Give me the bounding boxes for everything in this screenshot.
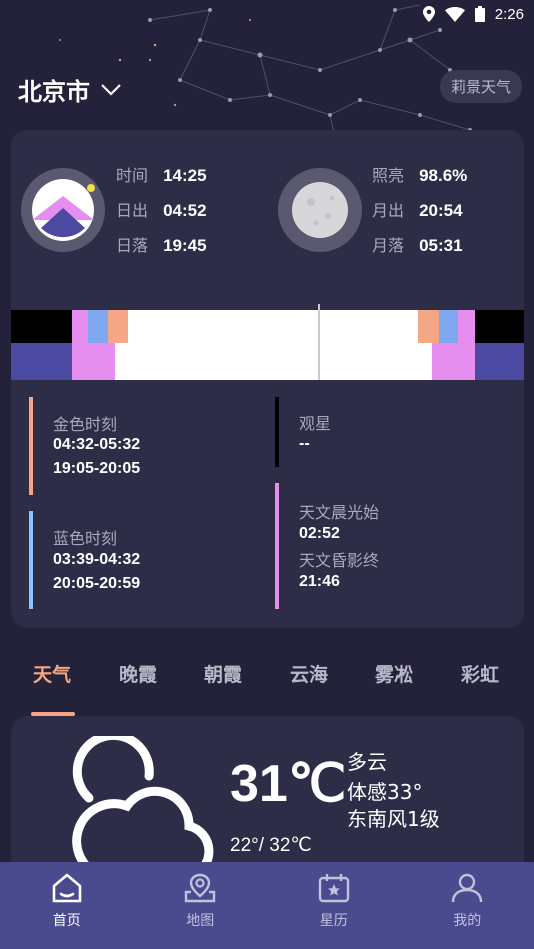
blue-segment (88, 310, 108, 343)
blue-hour-title: 蓝色时刻 (53, 529, 118, 548)
golden-hour-title: 金色时刻 (53, 415, 118, 434)
blue-hour-bar (29, 511, 33, 609)
day-segment (115, 343, 432, 380)
astro-segment (458, 310, 475, 343)
astro-card: 时间 14:25 日出 04:52 日落 19:45 照亮 98.6% 月出 2… (11, 130, 524, 628)
nav-home-label: 首页 (52, 913, 81, 929)
time-label: 时间 (116, 166, 149, 185)
blue-hour-morning: 03:39-04:32 (53, 551, 141, 568)
category-tabs: 天气 晚霞 朝霞 云海 雾凇 彩虹 (0, 652, 534, 716)
moon-info: 照亮 98.6% 月出 20:54 月落 05:31 (372, 158, 467, 263)
night-segment (475, 310, 524, 343)
astro-dawn-title: 天文晨光始 (299, 503, 380, 522)
nav-mine[interactable]: 我的 (401, 862, 534, 949)
battery-icon (474, 6, 485, 22)
map-icon (185, 873, 216, 903)
blue-hour-evening: 20:05-20:59 (53, 575, 141, 592)
moonset-label: 月落 (372, 236, 405, 255)
astronomical-twilight: 天文晨光始 02:52 天文昏影终 21:46 (275, 483, 495, 609)
night-segment (11, 343, 72, 380)
temperature-range: 22°/ 32℃ (230, 835, 312, 856)
sun-info: 时间 14:25 日出 04:52 日落 19:45 (116, 158, 207, 263)
home-icon (52, 873, 82, 903)
bottom-nav: 首页 地图 星历 我的 (0, 862, 534, 949)
stargazing-bar (275, 397, 279, 467)
moonrise-value: 20:54 (419, 201, 463, 220)
time-value: 14:25 (163, 166, 207, 185)
golden-hour-evening: 19:05-20:05 (53, 460, 141, 477)
nav-map-label: 地图 (186, 913, 215, 929)
tab-weather[interactable]: 天气 (33, 660, 71, 687)
header: 北京市 莉景天气 (18, 68, 522, 108)
sun-position-icon (32, 179, 95, 241)
blue-hour: 蓝色时刻 03:39-04:32 20:05-20:59 (29, 511, 229, 609)
day-segment (128, 310, 418, 343)
astro-dusk-title: 天文昏影终 (299, 551, 380, 570)
city-selector[interactable]: 北京市 (18, 72, 122, 107)
golden-hour: 金色时刻 04:32-05:32 19:05-20:05 (29, 397, 229, 495)
sunrise-value: 04:52 (163, 201, 207, 220)
astro-dawn-value: 02:52 (299, 525, 340, 542)
current-temperature: 31℃ (230, 755, 347, 813)
golden-segment (108, 310, 128, 343)
tab-morning-glow[interactable]: 朝霞 (204, 660, 242, 687)
tab-cloud-sea[interactable]: 云海 (290, 660, 328, 687)
nav-calendar[interactable]: 星历 (267, 862, 401, 949)
wifi-icon (444, 6, 465, 22)
sunrise-label: 日出 (116, 201, 149, 220)
nav-map[interactable]: 地图 (134, 862, 268, 949)
stargazing-value: -- (299, 435, 310, 452)
night-segment (11, 310, 72, 343)
daylight-timeline[interactable] (11, 304, 524, 380)
nav-mine-label: 我的 (453, 913, 482, 929)
tab-sunset-glow[interactable]: 晚霞 (119, 660, 157, 687)
location-icon (422, 6, 435, 22)
moonset-value: 05:31 (419, 236, 463, 255)
app-name-badge[interactable]: 莉景天气 (439, 70, 522, 103)
blue-segment (439, 310, 458, 343)
star-calendar-icon (318, 874, 349, 903)
tab-rime[interactable]: 雾凇 (375, 660, 413, 687)
nav-calendar-label: 星历 (319, 913, 348, 929)
astro-segment (432, 343, 475, 380)
city-name: 北京市 (18, 78, 90, 106)
golden-segment (418, 310, 439, 343)
illumination-label: 照亮 (372, 166, 405, 185)
moon-icon (292, 182, 348, 238)
moonrise-label: 月出 (372, 201, 405, 220)
golden-hour-bar (29, 397, 33, 495)
tab-rainbow[interactable]: 彩虹 (461, 660, 499, 687)
golden-hour-morning: 04:32-05:32 (53, 436, 141, 453)
feels-like: 体感33° (347, 780, 423, 804)
sunset-value: 19:45 (163, 236, 207, 255)
stargazing-title: 观星 (299, 414, 332, 433)
status-time: 2:26 (494, 5, 524, 23)
moon-dial (278, 168, 362, 252)
stargazing: 观星 -- (275, 397, 495, 467)
user-icon (452, 873, 483, 903)
night-segment (475, 343, 524, 380)
sunset-label: 日落 (116, 236, 149, 255)
weather-condition: 多云 (347, 750, 387, 774)
astro-dusk-value: 21:46 (299, 573, 340, 590)
astro-segment (72, 310, 88, 380)
sun-dial (21, 168, 105, 252)
current-time-marker (318, 304, 320, 380)
chevron-down-icon (101, 83, 121, 96)
illumination-value: 98.6% (419, 166, 468, 185)
wind: 东南风1级 (347, 807, 440, 831)
astro-segment (88, 343, 115, 380)
nav-home[interactable]: 首页 (0, 862, 134, 949)
status-bar: 2:26 (0, 0, 534, 28)
astronomical-twilight-bar (275, 483, 279, 609)
